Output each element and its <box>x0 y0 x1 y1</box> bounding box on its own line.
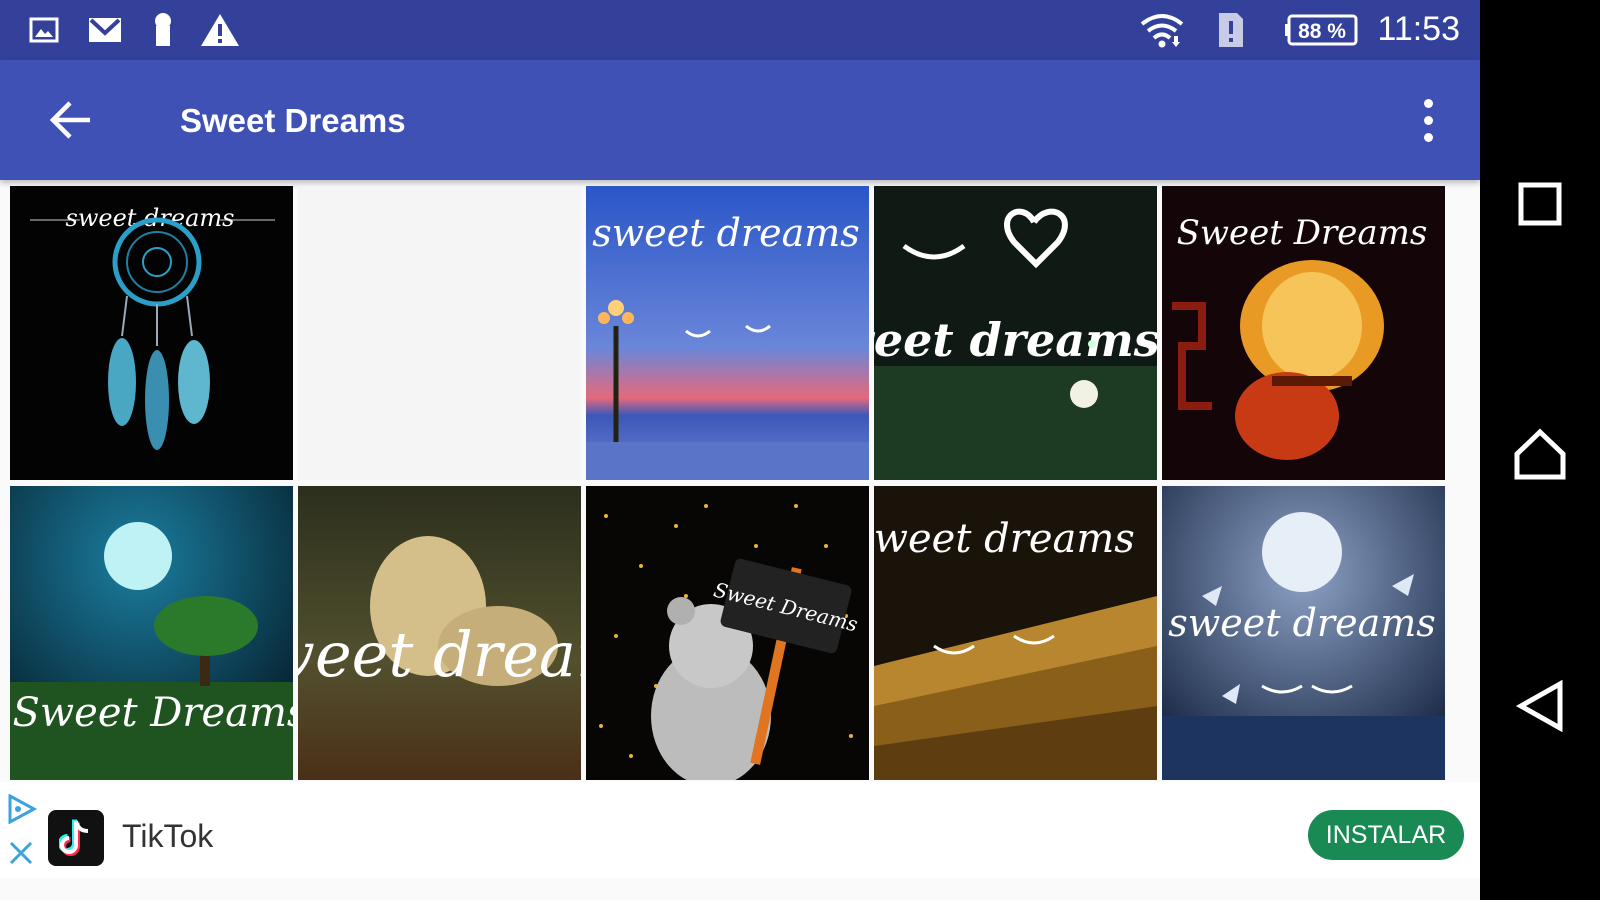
image-tile-eyelash-heart[interactable]: sweet dreams <box>874 186 1157 480</box>
tile-caption: sweet dreams <box>874 516 1135 562</box>
tile-caption: sweet dreams <box>592 211 860 255</box>
warning-icon <box>200 14 240 46</box>
moon-butterflies-image: sweet dreams <box>1162 486 1445 780</box>
system-nav-bar <box>1480 0 1600 900</box>
image-tile-lion[interactable]: Sweet dreams <box>298 486 581 780</box>
battery-icon: 88 % <box>1284 14 1358 46</box>
wifi-icon <box>1138 14 1186 48</box>
image-tile-lanterns[interactable]: Sweet Dreams <box>1162 186 1445 480</box>
image-tile-moon-tree[interactable]: Sweet Dreams <box>10 486 293 780</box>
recents-button[interactable] <box>1504 168 1576 240</box>
arrow-back-icon <box>49 101 90 139</box>
keyhole-icon <box>150 13 176 46</box>
back-button[interactable] <box>40 94 100 146</box>
home-icon <box>1514 428 1566 480</box>
install-button[interactable]: INSTALAR <box>1308 810 1464 860</box>
image-tile-seaside-lamp[interactable]: sweet dreams <box>586 186 869 480</box>
tile-caption: sweet dreams <box>66 204 235 232</box>
moon-tree-image: Sweet Dreams <box>10 486 293 780</box>
page-title: Sweet Dreams <box>180 102 406 139</box>
recents-icon <box>1518 182 1562 226</box>
ad-choices-icon[interactable] <box>6 793 38 829</box>
image-icon <box>28 14 60 46</box>
more-options-button[interactable] <box>1404 90 1452 150</box>
no-sim-icon <box>1216 13 1246 47</box>
image-tile-teddy[interactable]: Sweet Dreams <box>586 486 869 780</box>
back-triangle-icon <box>1515 680 1563 732</box>
system-back-button[interactable] <box>1504 670 1576 742</box>
ad-app-name: TikTok <box>122 818 214 854</box>
ad-close-icon[interactable] <box>8 840 34 871</box>
gmail-icon <box>86 14 124 46</box>
tile-caption: sweet dreams <box>1168 601 1436 645</box>
ad-banner[interactable]: TikTok INSTALAR <box>0 782 1480 878</box>
battery-level: 88 % <box>1298 20 1346 43</box>
stairs-image: sweet dreams <box>874 486 1157 780</box>
app-bar: Sweet Dreams <box>0 60 1480 180</box>
teddy-image: Sweet Dreams <box>586 486 869 780</box>
lion-image: Sweet dreams <box>298 486 581 780</box>
home-button[interactable] <box>1504 418 1576 490</box>
tile-caption: Sweet dreams <box>298 618 581 691</box>
eyelash-heart-image: sweet dreams <box>874 186 1157 480</box>
image-tile-blank[interactable] <box>298 186 581 480</box>
image-tile-dreamcatcher[interactable]: sweet dreams <box>10 186 293 480</box>
lanterns-image: Sweet Dreams <box>1162 186 1445 480</box>
app-screen: 88 % 11:53 Sweet Dreams sweet dreams swe… <box>0 0 1480 900</box>
tile-caption: Sweet Dreams <box>1177 213 1428 253</box>
tile-caption: Sweet Dreams <box>13 690 293 736</box>
image-tile-moon-butterflies[interactable]: sweet dreams <box>1162 486 1445 780</box>
clock: 11:53 <box>1377 10 1460 48</box>
more-vert-icon <box>1423 98 1433 108</box>
dreamcatcher-image: sweet dreams <box>10 186 293 480</box>
seaside-lamp-image: sweet dreams <box>586 186 869 480</box>
tiktok-logo-icon <box>48 810 104 866</box>
image-tile-stairs[interactable]: sweet dreams <box>874 486 1157 780</box>
tile-caption: sweet dreams <box>874 313 1157 367</box>
status-bar: 88 % 11:53 <box>0 0 1480 60</box>
